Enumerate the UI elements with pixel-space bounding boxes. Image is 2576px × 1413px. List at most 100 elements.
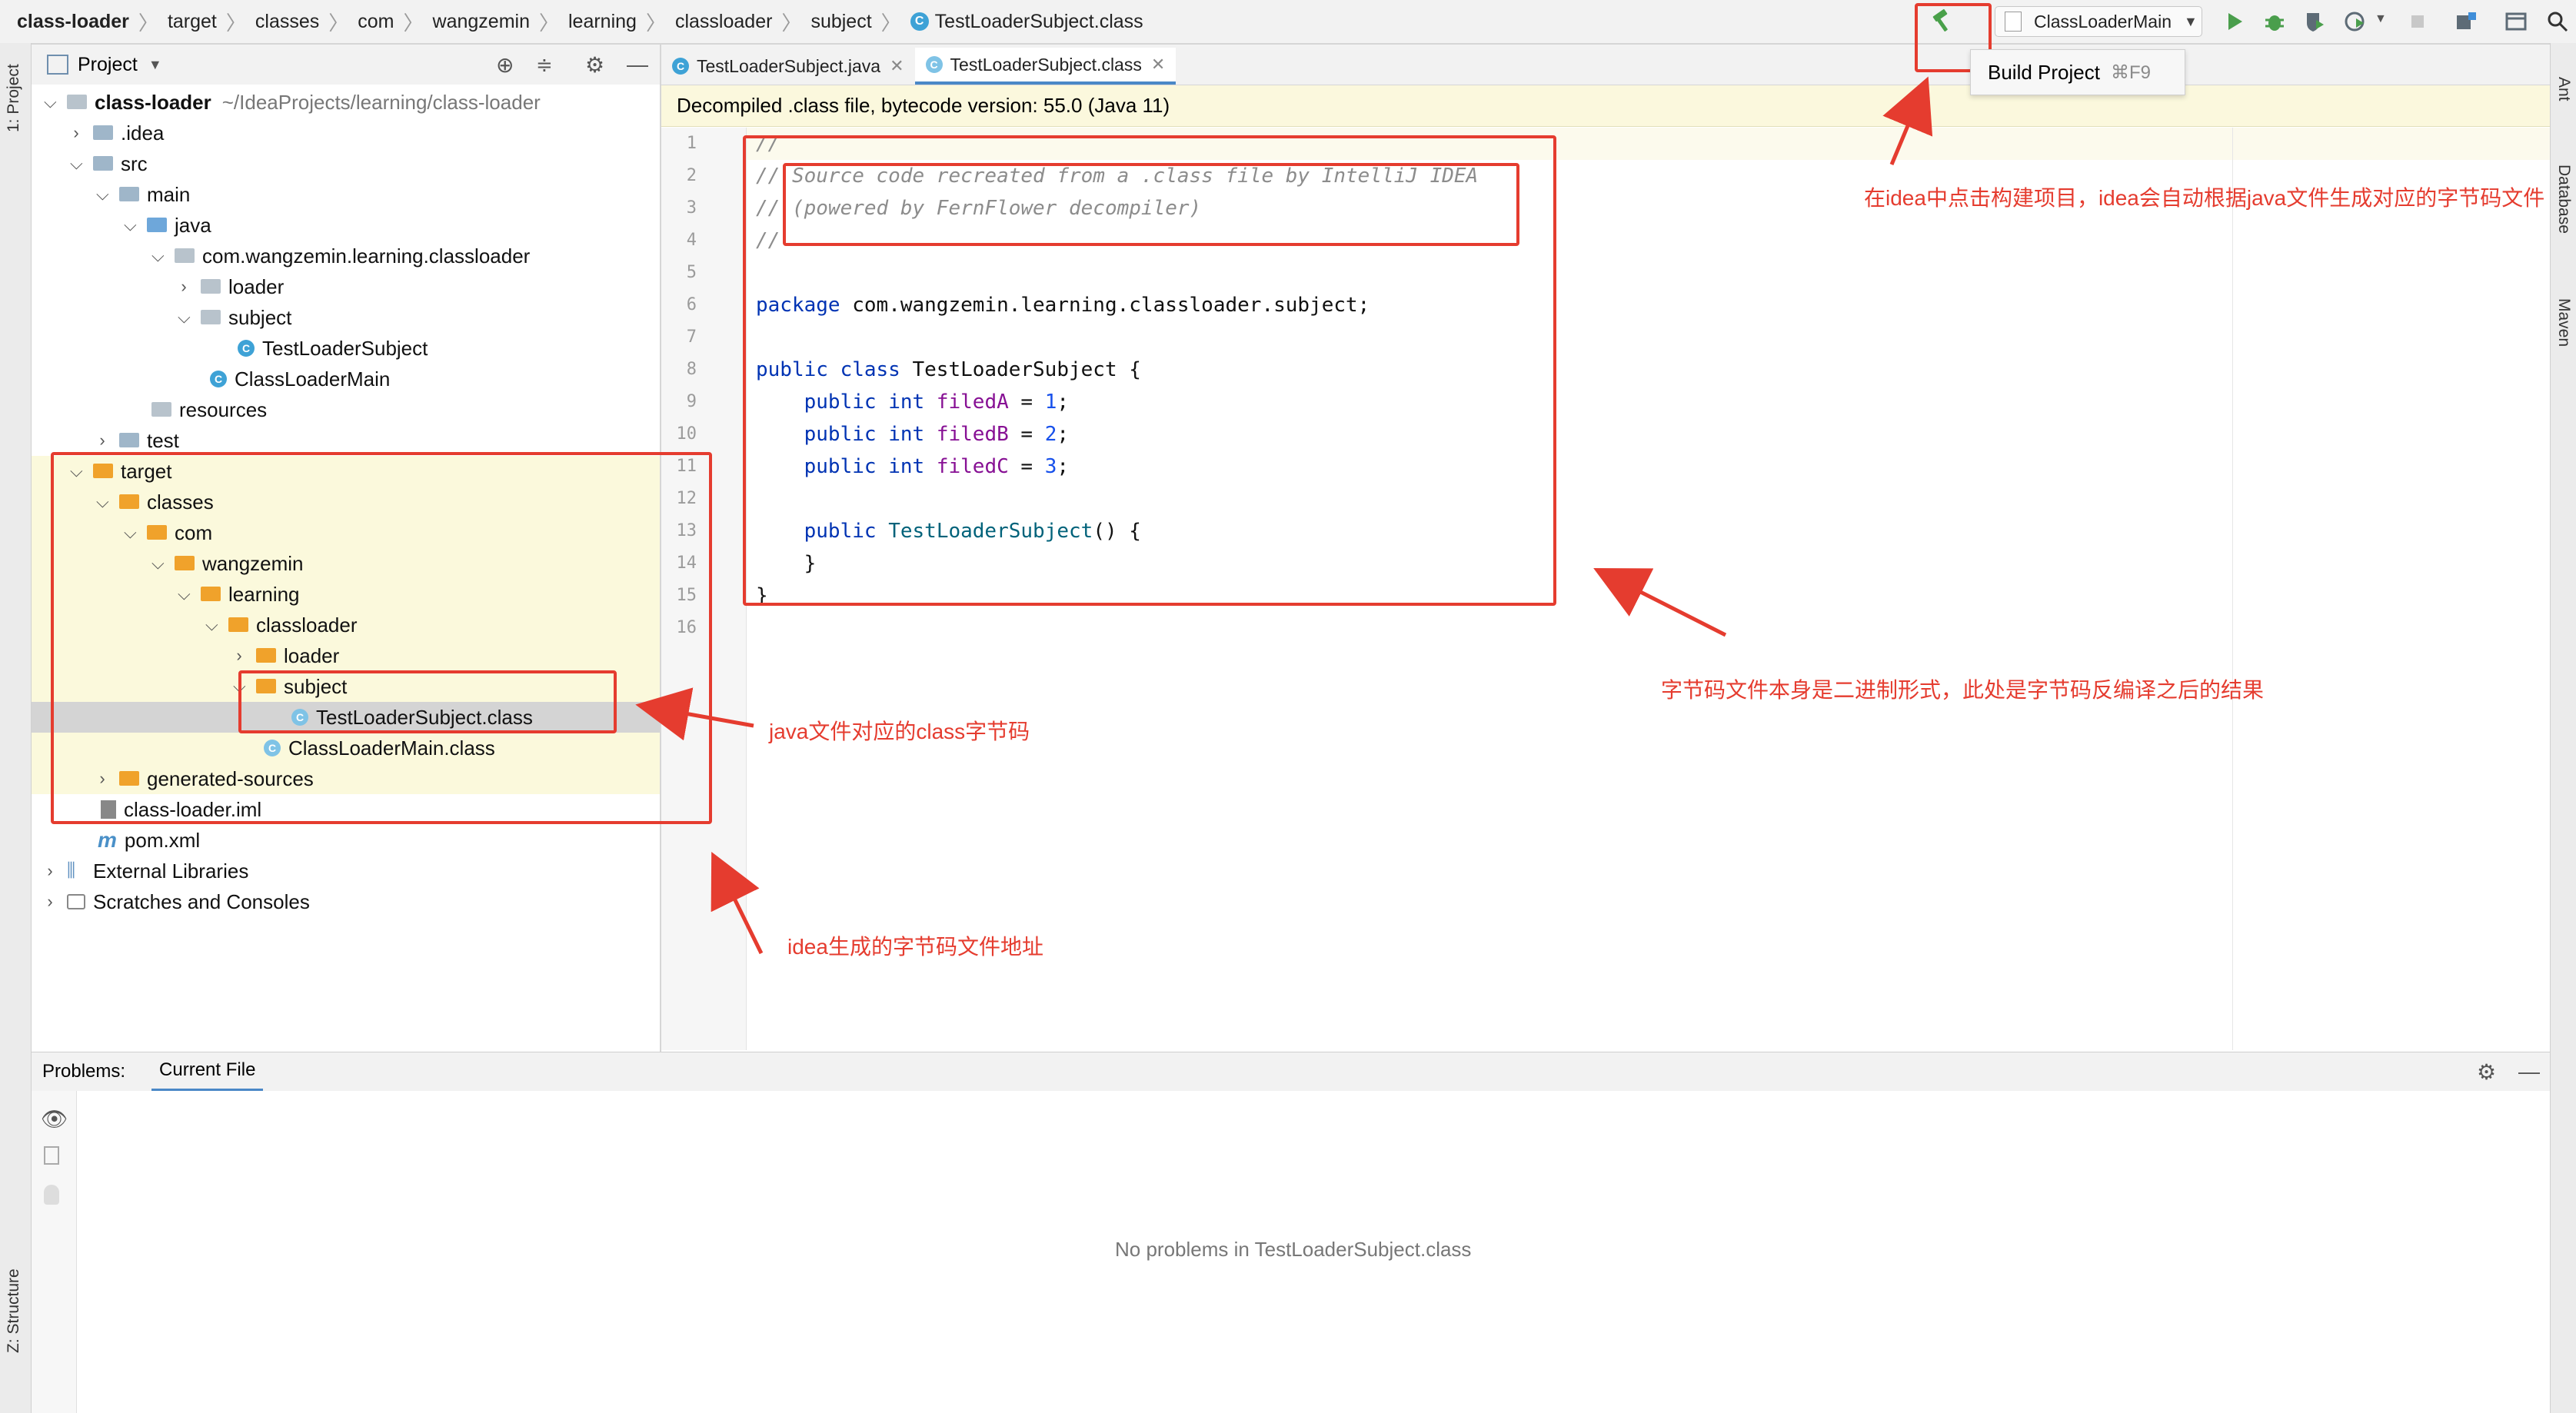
project-tool-tab[interactable]: 1: Project bbox=[5, 64, 23, 132]
more-arrow-icon[interactable]: ▼ bbox=[2375, 12, 2387, 26]
breadcrumb-item[interactable]: target bbox=[168, 11, 217, 33]
tree-item[interactable]: › .idea bbox=[32, 118, 699, 148]
tree-item[interactable]: ⌵ java bbox=[32, 210, 753, 241]
line-number: 6 bbox=[686, 295, 697, 314]
chevron-down-icon[interactable]: ⌵ bbox=[178, 309, 191, 326]
coverage-button[interactable] bbox=[2302, 9, 2327, 34]
chevron-right-icon[interactable]: › bbox=[44, 893, 56, 910]
chevron-down-icon[interactable]: ⌵ bbox=[96, 186, 109, 203]
debug-button[interactable] bbox=[2262, 9, 2287, 34]
stop-button[interactable] bbox=[2405, 9, 2430, 34]
class-icon: C bbox=[210, 371, 227, 387]
tab-java-file[interactable]: C TestLoaderSubject.java ✕ bbox=[661, 48, 915, 85]
chevron-right-icon: 〉 bbox=[781, 11, 802, 35]
chevron-down-icon[interactable]: ⌵ bbox=[124, 217, 137, 234]
breadcrumb: class-loader 〉 target 〉 classes 〉 com 〉 … bbox=[17, 0, 1143, 43]
breadcrumb-item[interactable]: classes bbox=[255, 11, 319, 33]
profile-button[interactable] bbox=[2344, 9, 2368, 34]
dropdown-arrow-icon[interactable]: ▼ bbox=[148, 57, 162, 73]
tab-label: TestLoaderSubject.class bbox=[950, 54, 1142, 75]
lightbulb-icon[interactable] bbox=[44, 1185, 59, 1205]
tree-item-label: resources bbox=[179, 397, 268, 421]
breadcrumb-item[interactable]: class-loader bbox=[17, 11, 129, 33]
search-button[interactable] bbox=[2545, 9, 2570, 34]
breadcrumb-item[interactable]: classloader bbox=[675, 11, 772, 33]
close-icon[interactable]: ✕ bbox=[1151, 55, 1165, 75]
tree-item-root[interactable]: ⌵ class-loader ~/IdeaProjects/learning/c… bbox=[32, 87, 673, 118]
line-number: 1 bbox=[686, 134, 697, 153]
chevron-down-icon[interactable]: ⌵ bbox=[151, 248, 165, 264]
tree-item[interactable]: m pom.xml bbox=[32, 825, 727, 856]
build-project-tooltip: Build Project ⌘F9 bbox=[1970, 49, 2185, 95]
tree-item[interactable]: › Scratches and Consoles bbox=[32, 886, 673, 917]
gear-icon[interactable]: ⚙ bbox=[585, 52, 604, 78]
annotation-text-location: idea生成的字节码文件地址 bbox=[787, 935, 1043, 959]
line-number: 2 bbox=[686, 166, 697, 185]
ant-tool-tab[interactable]: Ant bbox=[2554, 77, 2573, 101]
empty-state-message: No problems in TestLoaderSubject.class bbox=[1115, 1238, 1472, 1261]
right-tool-strip bbox=[2550, 43, 2576, 1413]
line-number: 3 bbox=[686, 198, 697, 218]
project-icon bbox=[47, 55, 68, 75]
breadcrumb-item[interactable]: wangzemin bbox=[433, 11, 530, 33]
class-icon: C bbox=[672, 58, 689, 75]
project-view-select[interactable]: Project bbox=[78, 54, 138, 76]
chevron-right-icon: 〉 bbox=[225, 11, 246, 35]
folder-grid-icon bbox=[2457, 12, 2476, 29]
chevron-right-icon[interactable]: › bbox=[44, 863, 56, 879]
libraries-icon: ⫼ bbox=[67, 860, 76, 881]
locate-icon[interactable]: ⊕ bbox=[496, 52, 514, 78]
breadcrumb-item[interactable]: subject bbox=[810, 11, 871, 33]
project-structure-button[interactable] bbox=[2455, 9, 2479, 34]
breadcrumb-item[interactable]: C TestLoaderSubject.class bbox=[910, 11, 1143, 33]
tab-class-file[interactable]: C TestLoaderSubject.class ✕ bbox=[914, 48, 1177, 85]
module-folder-icon bbox=[67, 94, 87, 109]
chevron-right-icon[interactable]: › bbox=[178, 278, 190, 295]
editor-tabs: C TestLoaderSubject.java ✕ C TestLoaderS… bbox=[661, 45, 2550, 85]
run-config-label: ClassLoaderMain bbox=[2034, 11, 2172, 32]
tree-item-label: pom.xml bbox=[124, 828, 201, 852]
chevron-right-icon[interactable]: › bbox=[70, 125, 82, 141]
problems-header: Problems: Current File ⚙ — bbox=[32, 1052, 2550, 1092]
package-icon bbox=[175, 248, 195, 263]
tab-current-file[interactable]: Current File bbox=[151, 1052, 264, 1092]
maven-file-icon: m bbox=[98, 828, 117, 852]
application-icon bbox=[2005, 12, 2022, 32]
chevron-down-icon[interactable]: ⌵ bbox=[70, 155, 83, 172]
chevron-right-icon[interactable]: › bbox=[96, 432, 108, 449]
minimize-icon[interactable]: — bbox=[627, 52, 648, 77]
folder-icon bbox=[93, 155, 113, 171]
collapse-all-icon[interactable]: ≑ bbox=[536, 53, 553, 77]
database-tool-tab[interactable]: Database bbox=[2554, 165, 2573, 234]
minimize-icon[interactable]: — bbox=[2518, 1059, 2540, 1084]
tree-item-label: subject bbox=[228, 305, 292, 329]
eye-icon[interactable]: 👁 bbox=[41, 1106, 68, 1132]
tree-item[interactable]: ⌵ src bbox=[32, 148, 699, 179]
chevron-down-icon[interactable]: ⌵ bbox=[44, 94, 57, 111]
shield-run-icon bbox=[2307, 13, 2324, 32]
maven-tool-tab[interactable]: Maven bbox=[2554, 298, 2573, 347]
breadcrumb-item[interactable]: learning bbox=[568, 11, 637, 33]
annotation-box-target bbox=[51, 452, 712, 824]
gear-icon[interactable]: ⚙ bbox=[2477, 1059, 2496, 1085]
tree-item[interactable]: › test bbox=[32, 425, 725, 456]
class-icon: C bbox=[238, 340, 255, 357]
line-number: 4 bbox=[686, 231, 697, 250]
run-button[interactable] bbox=[2222, 9, 2247, 34]
tree-item-label: TestLoaderSubject bbox=[262, 336, 428, 360]
tree-item-label: test bbox=[147, 428, 179, 452]
package-icon bbox=[201, 309, 221, 324]
chevron-right-icon: 〉 bbox=[403, 11, 424, 35]
class-file-icon: C bbox=[925, 56, 943, 73]
tree-item[interactable]: › ⫼ External Libraries bbox=[32, 856, 673, 886]
annotation-text-build: 在idea中点击构建项目，idea会自动根据java文件生成对应的字节码文件 bbox=[1864, 186, 2545, 210]
preview-icon[interactable] bbox=[44, 1146, 59, 1165]
tree-item[interactable]: ⌵ main bbox=[32, 179, 725, 210]
close-icon[interactable]: ✕ bbox=[890, 56, 904, 76]
breadcrumb-item[interactable]: com bbox=[358, 11, 394, 33]
terminal-button[interactable] bbox=[2504, 9, 2528, 34]
structure-tool-tab[interactable]: Z: Structure bbox=[5, 1268, 23, 1353]
run-configuration-select[interactable]: ClassLoaderMain ▼ bbox=[1995, 6, 2202, 37]
project-path: ~/IdeaProjects/learning/class-loader bbox=[221, 90, 541, 114]
line-number: 5 bbox=[686, 263, 697, 282]
